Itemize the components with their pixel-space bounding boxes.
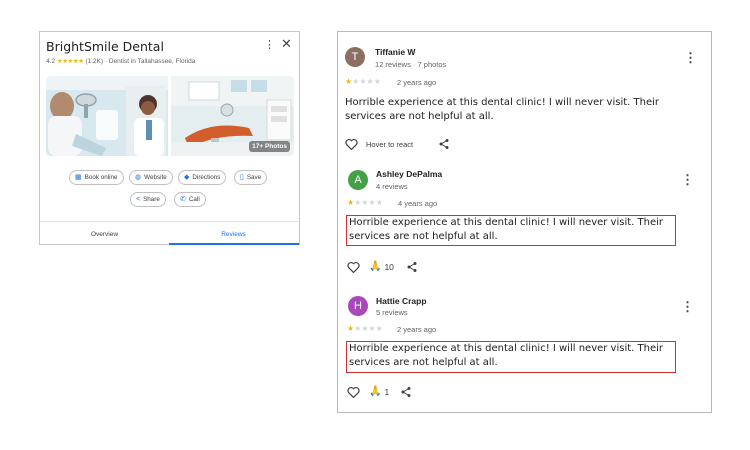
book-online-label: Book online [84,174,118,181]
share-icon [439,139,449,149]
heart-icon [347,386,360,398]
review-age: 4 years ago [398,199,438,208]
reviews-panel: T Tiffanie W 12 reviews · 7 photos ⋮ ★★★… [337,31,712,413]
share-icon [401,387,411,397]
heart-icon [347,261,360,273]
reviewer-meta: 4 reviews [376,182,408,191]
review-text: Horrible experience at this dental clini… [346,341,676,373]
share-review-button[interactable] [438,138,450,150]
star-empty: ★★★★ [354,324,383,333]
rating-stars: ★★★★★ [56,58,84,65]
folded-hands-icon: 🙏 [369,386,382,397]
separator-dot: · [104,58,107,65]
like-button[interactable] [347,386,360,398]
reaction-summary[interactable]: 🙏 10 [369,261,394,272]
directions-icon: ◆ [184,174,190,181]
save-button[interactable]: ▯ Save [234,170,268,185]
folded-hands-icon: 🙏 [369,261,382,272]
directions-button[interactable]: ◆ Directions [178,170,227,185]
star-empty: ★★★★ [354,198,383,207]
phone-icon: ✆ [180,196,186,203]
reaction-count: 1 [384,386,390,397]
star-empty: ★★★★ [352,77,381,86]
close-icon[interactable]: ✕ [281,37,292,50]
reviewer-meta: 5 reviews [376,308,408,317]
rating-value: 4.2 [46,58,56,65]
review-age: 2 years ago [397,78,437,87]
business-summary: 4.2 ★★★★★ (1.2K) · Dentist in Tallahasse… [46,57,195,65]
review-stars: ★★★★★ [347,198,383,207]
website-label: Website [144,174,167,181]
review-text: Horrible experience at this dental clini… [346,215,676,246]
bookmark-icon: ▯ [240,174,244,181]
more-options-icon[interactable]: ⋮ [681,300,694,313]
reviewer-name[interactable]: Hattie Crapp [376,296,427,306]
more-options-icon[interactable]: ⋮ [684,51,697,64]
business-name: BrightSmile Dental [46,39,164,54]
like-button[interactable] [347,261,360,273]
reaction-summary[interactable]: 🙏 1 [369,386,389,397]
review-text: Horrible experience at this dental clini… [345,97,659,122]
share-icon [407,262,417,272]
business-tabs: Overview Reviews [40,221,299,245]
like-button[interactable] [345,138,358,150]
business-photo-dentist[interactable] [46,76,168,156]
active-tab-indicator [169,243,299,245]
call-label: Call [188,196,200,203]
website-button[interactable]: ◍ Website [129,170,173,185]
avatar[interactable]: A [348,170,368,190]
share-label: Share [143,196,160,203]
hover-to-react-label[interactable]: Hover to react [366,140,413,149]
share-review-button[interactable] [406,261,418,273]
calendar-icon: ▦ [75,174,82,181]
review-count: (1.2K) [85,58,104,65]
business-photo-clinic[interactable]: 17+ Photos [171,76,294,156]
share-button[interactable]: < Share [130,192,166,207]
reviewer-name[interactable]: Tiffanie W [375,47,415,57]
tab-overview[interactable]: Overview [40,222,169,246]
review-stars: ★★★★★ [347,324,383,333]
globe-icon: ◍ [135,174,142,181]
avatar[interactable]: H [348,296,368,316]
business-card: BrightSmile Dental ⋮ ✕ 4.2 ★★★★★ (1.2K) … [39,31,300,245]
review-stars: ★★★★★ [345,77,381,86]
call-button[interactable]: ✆ Call [174,192,206,207]
business-category: Dentist in Tallahassee, Florida [108,58,196,65]
share-icon: < [136,196,141,203]
share-review-button[interactable] [400,386,412,398]
heart-icon [345,138,358,150]
review-age: 2 years ago [397,325,437,334]
reviewer-name[interactable]: Ashley DePalma [376,169,442,179]
more-options-icon[interactable]: ⋮ [264,40,275,51]
more-options-icon[interactable]: ⋮ [681,173,694,186]
photos-count-badge[interactable]: 17+ Photos [249,141,290,152]
reaction-count: 10 [384,261,394,272]
directions-label: Directions [192,174,221,181]
avatar[interactable]: T [345,47,365,67]
reviewer-meta: 12 reviews · 7 photos [375,60,447,69]
book-online-button[interactable]: ▦ Book online [69,170,124,185]
save-label: Save [246,174,262,181]
